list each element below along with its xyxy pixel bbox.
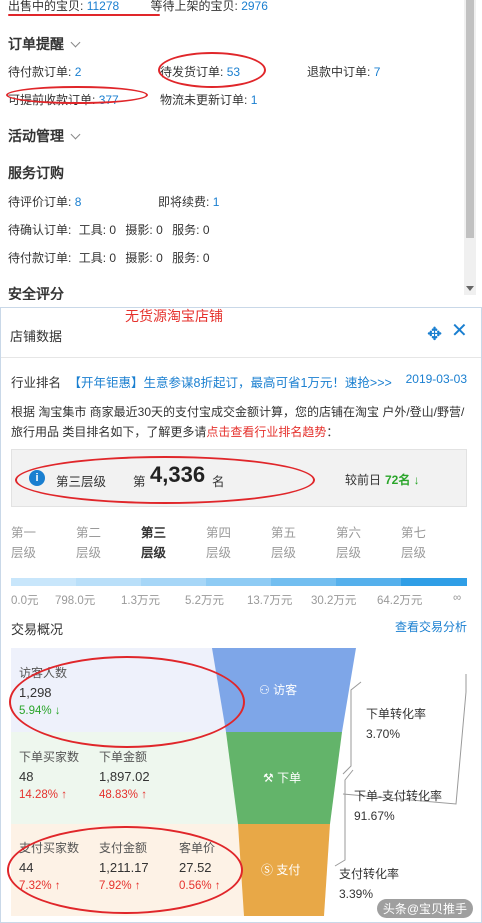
scrollbar[interactable]	[464, 0, 476, 295]
rank-suffix: 名	[212, 475, 225, 489]
bottom-watermark: 头条@宝贝推手	[376, 899, 473, 918]
service-section-title: 服务订购	[8, 165, 64, 181]
tier-label: 第一 层级	[11, 526, 37, 560]
promo-link[interactable]: 【开年钜惠】生意参谋8折起订，最高可省1万元！速抢>>>	[69, 376, 392, 390]
early-receive-item[interactable]: 可提前收款订单: 377	[8, 91, 119, 108]
rank-prefix: 第	[133, 475, 146, 489]
store-data-panel: 店铺数据 无货源淘宝店铺 ✥ ✕ 行业排名 【开年钜惠】生意参谋8折起订，最高可…	[0, 307, 482, 923]
waiting-value[interactable]: 2976	[241, 0, 268, 13]
funnel-order-label: ⚒ 下单	[263, 771, 302, 785]
scroll-down-arrow-icon[interactable]	[466, 286, 474, 291]
tier-tick-label: 30.2万元	[311, 595, 357, 607]
confirm-row: 待确认订单: 工具: 0 摄影: 0 服务: 0	[8, 223, 210, 237]
tier-tick-label: 0.0元	[11, 595, 39, 607]
rank-number: 4,336	[150, 462, 206, 487]
close-icon[interactable]: ✕	[451, 321, 469, 341]
chevron-down-icon	[70, 37, 81, 48]
pending-pay-item[interactable]: 待付款订单: 2	[8, 63, 81, 80]
rank-trend-link[interactable]: 点击查看行业排名趋势	[206, 425, 326, 439]
tier-label: 第三 层级	[141, 526, 167, 560]
logistics-item[interactable]: 物流未更新订单: 1	[160, 91, 257, 108]
user-icon: ⚇	[259, 683, 270, 697]
tier-tick-label: 1.3万元	[121, 595, 160, 607]
to-review-item[interactable]: 待评价订单: 8	[8, 193, 81, 210]
prev-day-value: 72名 ↓	[385, 473, 420, 487]
to-ship-item[interactable]: 待发货订单: 53	[160, 63, 240, 80]
funnel-visit-label: ⚇ 访客	[259, 683, 298, 697]
currency-icon: Ⓢ	[261, 863, 274, 877]
tier-bar-segment	[271, 578, 336, 586]
rank-date: 2019-03-03	[405, 372, 467, 386]
red-watermark-text: 无货源淘宝店铺	[125, 308, 223, 324]
move-icon[interactable]: ✥	[427, 325, 445, 343]
info-icon[interactable]: i	[29, 470, 45, 486]
seller-overview-panel: 出售中的宝贝: 11278 等待上架的宝贝: 2976 订单提醒 待付款订单: …	[0, 0, 482, 300]
store-panel-header: 店铺数据 无货源淘宝店铺 ✥ ✕	[1, 308, 481, 358]
refund-item[interactable]: 退款中订单: 7	[307, 63, 380, 80]
tier-label: 第二 层级	[76, 526, 102, 560]
tier-bar-segment	[76, 578, 141, 586]
pay-conversion: 支付转化率 3.39%	[339, 867, 400, 901]
scrollbar-thumb[interactable]	[466, 0, 474, 238]
chevron-down-icon	[70, 129, 81, 140]
funnel-pay-label: Ⓢ 支付	[261, 863, 301, 877]
level-name: 第三层级	[56, 475, 107, 489]
on-sale-value[interactable]: 11278	[87, 0, 119, 13]
tier-bar-segment	[401, 578, 467, 586]
tier-bar-segment	[206, 578, 271, 586]
hammer-icon: ⚒	[263, 771, 274, 785]
order-conversion: 下单转化率 3.70%	[366, 707, 427, 741]
store-panel-title: 店铺数据	[10, 329, 63, 344]
tier-bar-segment	[141, 578, 206, 586]
bracket-line	[334, 769, 354, 867]
tier-label: 第六 层级	[336, 526, 362, 560]
rank-heading: 行业排名 【开年钜惠】生意参谋8折起订，最高可省1万元！速抢>>>	[11, 376, 392, 390]
tier-label: 第四 层级	[206, 526, 232, 560]
order-section-title[interactable]: 订单提醒	[8, 34, 81, 54]
pay-row: 待付款订单: 工具: 0 摄影: 0 服务: 0	[8, 251, 210, 265]
tier-bar-segment	[336, 578, 401, 586]
order-pay-conversion: 下单-支付转化率 91.67%	[354, 789, 442, 823]
tier-tick-label: 5.2万元	[185, 595, 224, 607]
security-section-title: 安全评分	[8, 286, 64, 300]
tier-tick-label: ∞	[453, 592, 462, 604]
tier-label: 第五 层级	[271, 526, 297, 560]
underline-annotation	[8, 14, 160, 16]
renew-item[interactable]: 即将续费: 1	[158, 193, 219, 210]
rank-summary-box: i 第三层级 第 4,336 名 较前日 72名 ↓	[11, 449, 467, 507]
on-sale-label: 出售中的宝贝:	[8, 0, 84, 13]
prev-day-label: 较前日	[345, 473, 382, 487]
tier-tick-label: 13.7万元	[247, 595, 293, 607]
activity-section-title[interactable]: 活动管理	[8, 126, 81, 146]
tier-tick-label: 798.0元	[55, 595, 96, 607]
rank-description: 根据 淘宝集市 商家最近30天的支付宝成交金额计算，您的店铺在淘宝 户外/登山/…	[11, 405, 465, 439]
tier-bar-segment	[11, 578, 76, 586]
tier-tick-label: 64.2万元	[377, 595, 423, 607]
waiting-label: 等待上架的宝贝:	[150, 0, 238, 13]
inventory-row: 出售中的宝贝: 11278 等待上架的宝贝: 2976	[8, 0, 268, 14]
tier-label: 第七 层级	[401, 526, 427, 560]
conversion-funnel	[212, 648, 467, 916]
